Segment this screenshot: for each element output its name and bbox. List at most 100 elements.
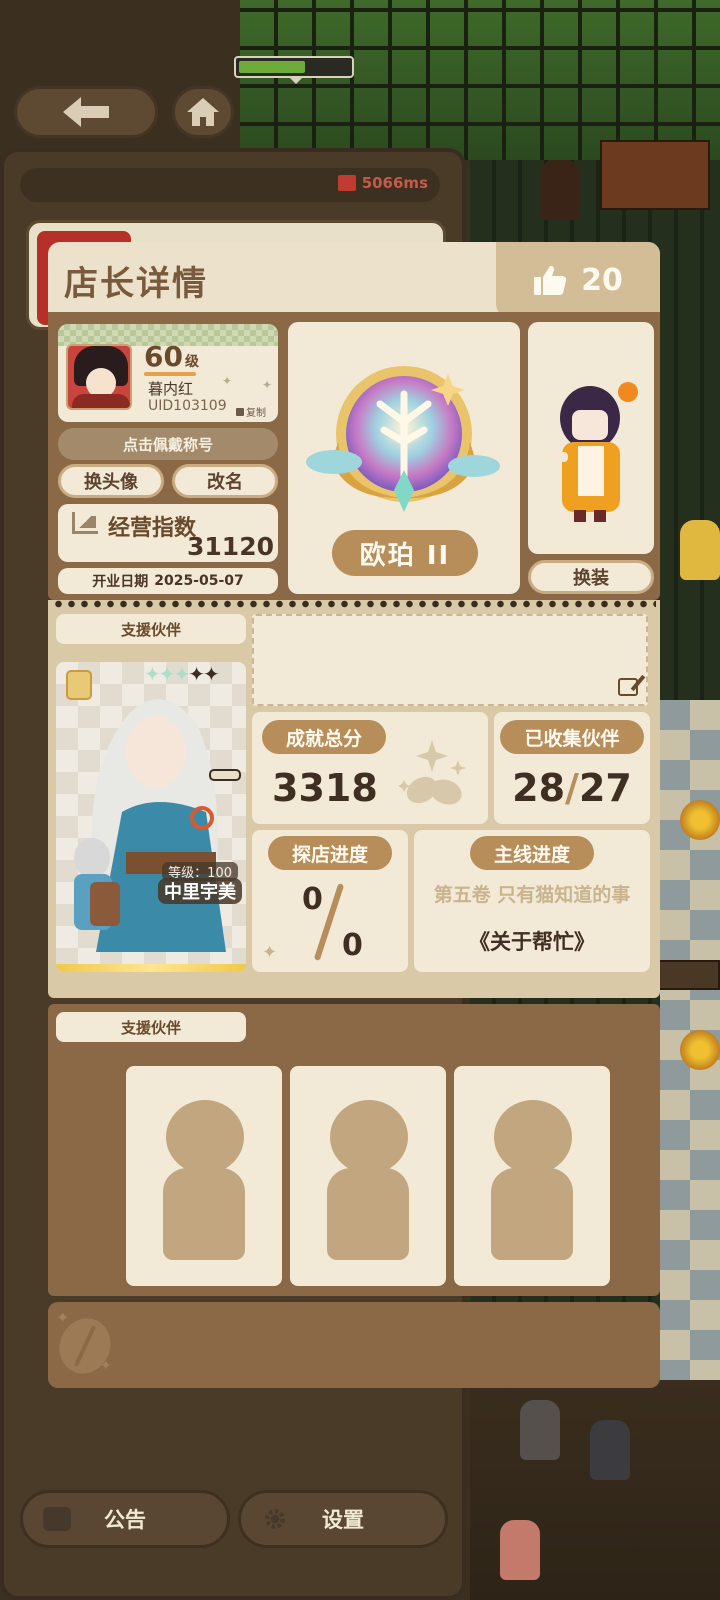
back-arrow-icon [63,97,109,127]
achievement-label: 成就总分 [262,720,386,754]
back-button[interactable] [14,86,158,138]
settings-button[interactable]: 设置 [238,1490,448,1548]
stats-section: 支援伙伴 ✦✦✦✦✦ 等级：100 中里宇美 成就总分 3318 已收集伙伴 2… [48,600,660,998]
thumbs-up-icon [534,265,567,295]
empty-partner-body [163,1168,245,1260]
scene-npc[interactable] [500,1520,540,1580]
briefcase-icon [43,1507,71,1531]
business-index-label: 经营指数 [108,516,197,541]
copy-label: 复制 [246,408,266,419]
support-partner-tag-2: 支援伙伴 [56,1012,246,1042]
copy-icon [236,407,244,416]
scene-shelf [600,140,710,210]
support-slot-1[interactable] [126,1066,282,1286]
sparkle-icon: ✦ [222,374,233,388]
rank-badge-panel[interactable]: 欧珀 II [288,322,520,594]
coffee-beans-icon [398,740,466,805]
scene-progress-pointer [288,76,304,84]
change-outfit-button[interactable]: 换装 [528,560,654,594]
chart-icon [72,512,98,534]
level-number: 60 [144,340,183,373]
collected-label: 已收集伙伴 [500,720,644,754]
empty-partner-silhouette-icon [494,1100,572,1174]
sparkle-icon: ✦ [56,1308,70,1327]
collected-value: 28 [512,766,566,810]
like-button[interactable]: 20 [496,242,660,318]
signal-icon [337,175,356,191]
like-count: 20 [581,262,623,298]
notice-label: 公告 [104,1508,146,1532]
settings-label: 设置 [322,1508,364,1532]
main-story-label: 主线进度 [470,836,594,870]
perforated-edge [52,600,656,608]
business-index-box: 经营指数 31120 [58,504,278,562]
collected-fraction: 28/27 [494,766,650,810]
scene-flower-icon [680,1030,720,1070]
change-avatar-button[interactable]: 换头像 [58,464,164,498]
partner-name: 中里宇美 [158,878,242,904]
support-slot-3[interactable] [454,1066,610,1286]
level-underline [144,372,196,376]
character-preview[interactable] [528,322,654,554]
sparkle-icon: ✦ [100,1358,112,1374]
collected-slash: / [565,766,579,810]
empty-partner-silhouette-icon [330,1100,408,1174]
profile-card: 60 级 暮内红 UID103109 复制 ✦ ✦ [58,324,278,422]
scene-npc[interactable] [590,1420,630,1480]
explore-progress-box: 探店进度 0 0 ✦ [252,830,408,972]
open-date-label: 开业日期 [92,574,149,590]
open-date: 开业日期 2025-05-07 [58,568,278,594]
rename-button[interactable]: 改名 [172,464,278,498]
modal-title: 店长详情 [64,264,208,304]
player-uid: UID103109 [148,398,227,414]
player-level: 60 级 [144,340,199,373]
wear-title-button[interactable]: 点击佩戴称号 [58,428,278,460]
network-status-bar: 5066ms [20,168,440,202]
home-button[interactable] [172,86,234,138]
player-name: 暮内红 [148,380,194,398]
empty-partner-body [327,1168,409,1260]
owner-profile-section: 60 级 暮内红 UID103109 复制 ✦ ✦ 点击佩戴称号 换头像 改名 … [48,312,660,600]
empty-partner-silhouette-icon [166,1100,244,1174]
sparkle-icon: ✦ [262,378,273,392]
sparkle-icon: ✦ [262,942,278,963]
home-icon [187,98,219,126]
achievement-value: 3318 [272,766,378,810]
rank-badge-name: 欧珀 II [332,530,478,576]
main-story-progress-box: 主线进度 第五卷 只有猫知道的事 《关于帮忙》 [414,830,650,972]
scene-progress-indicator [234,56,354,84]
rank-badge-icon [306,366,500,512]
avatar-shoulders [72,394,130,408]
collected-total: 27 [578,766,632,810]
support-slot-2[interactable] [290,1066,446,1286]
gear-icon [265,1509,285,1529]
support-partners-section: 支援伙伴 [48,1004,660,1296]
scene-npc[interactable] [680,520,720,580]
ping-value: 5066ms [361,174,428,192]
explore-label: 探店进度 [268,836,392,870]
business-index-value: 31120 [187,532,274,561]
main-story-chapter: 《关于帮忙》 [469,930,595,954]
explore-current: 0 [302,882,323,917]
scene-window [240,0,720,160]
explore-total: 0 [342,928,363,963]
ping-indicator: 5066ms [337,174,428,192]
avatar[interactable] [66,344,132,410]
support-partner-tag: 支援伙伴 [56,614,246,644]
modal-footer: ✦ ✦ [48,1302,660,1388]
notice-button[interactable]: 公告 [20,1490,230,1548]
signature-note[interactable] [252,614,648,706]
scene-progress-fill [239,61,305,73]
partner-gold-bar [56,964,246,972]
character-sprite-icon [550,382,638,522]
open-date-value: 2025-05-07 [154,573,244,589]
copy-uid-button[interactable]: 复制 [236,404,266,419]
scene-npc[interactable] [540,160,580,220]
achievement-box: 成就总分 3318 [252,712,488,824]
empty-partner-body [491,1168,573,1260]
support-partner-card[interactable]: ✦✦✦✦✦ [56,662,246,972]
scene-npc[interactable] [520,1400,560,1460]
level-unit: 级 [184,354,199,370]
scene-flower-icon [680,800,720,840]
edit-icon[interactable] [618,678,638,696]
